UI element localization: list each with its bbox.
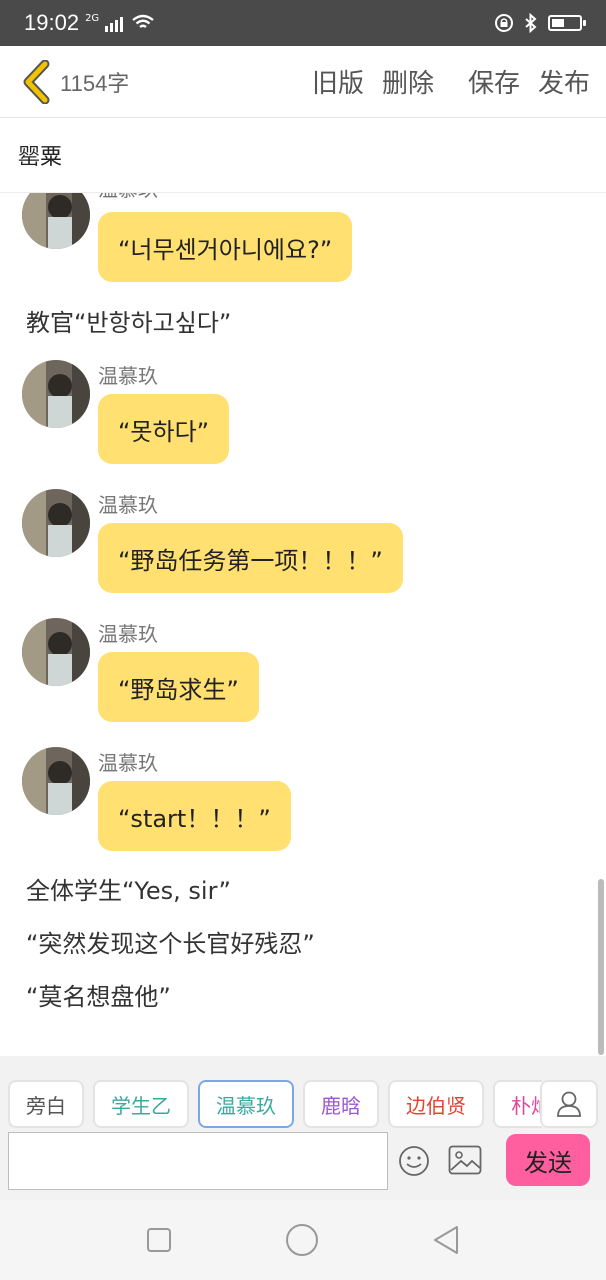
avatar bbox=[22, 193, 90, 249]
avatar bbox=[22, 489, 90, 557]
scrollbar[interactable] bbox=[598, 879, 604, 1055]
editor-toolbar: 1154字 旧版 删除 保存 发布 bbox=[0, 46, 606, 118]
delete-button[interactable]: 删除 bbox=[382, 63, 434, 100]
sender-name: 温慕玖 bbox=[98, 493, 158, 517]
avatar bbox=[22, 360, 90, 428]
toolbar-actions: 旧版 删除 保存 发布 bbox=[312, 63, 590, 100]
sender-name: 温慕玖 bbox=[98, 364, 158, 388]
character-chip-narrator[interactable]: 旁白 bbox=[8, 1080, 84, 1128]
chat-bubble: “start！！！” bbox=[98, 781, 291, 851]
sender-name: 温慕玖 bbox=[98, 751, 158, 775]
save-button[interactable]: 保存 bbox=[468, 63, 520, 100]
avatar bbox=[22, 618, 90, 686]
wifi-icon bbox=[132, 14, 154, 28]
avatar bbox=[22, 747, 90, 815]
story-title[interactable]: 罂粟 bbox=[0, 118, 606, 193]
home-icon[interactable] bbox=[285, 1223, 319, 1257]
story-content[interactable]: 温慕玖 “너무센거아니에요?” 教官“반항하고싶다” 温慕玖 “못하다” 温慕玖… bbox=[0, 193, 606, 1055]
story-title-text: 罂粟 bbox=[18, 145, 63, 170]
sender-name: 温慕玖 bbox=[98, 193, 158, 202]
composer-panel: 旁白 学生乙 温慕玖 鹿晗 边伯贤 朴灿烈 发送 bbox=[0, 1056, 606, 1200]
character-chip[interactable]: 边伯贤 bbox=[388, 1080, 484, 1128]
battery-icon bbox=[548, 15, 586, 31]
character-chip[interactable]: 鹿晗 bbox=[303, 1080, 379, 1128]
status-bar: 19:02 2G bbox=[0, 0, 606, 46]
system-nav-bar bbox=[0, 1200, 606, 1280]
narration-line[interactable]: “突然发现这个长官好残忍” bbox=[26, 924, 315, 959]
chat-bubble: “너무센거아니에요?” bbox=[98, 212, 353, 282]
person-icon bbox=[557, 1091, 581, 1117]
network-type: 2G bbox=[85, 13, 100, 24]
word-count: 1154字 bbox=[60, 70, 130, 96]
chat-bubble: “野岛任务第一项！！！” bbox=[98, 523, 403, 593]
character-chips: 旁白 学生乙 温慕玖 鹿晗 边伯贤 朴灿烈 bbox=[8, 1080, 542, 1128]
character-chip-selected[interactable]: 温慕玖 bbox=[198, 1080, 294, 1128]
send-button[interactable]: 发送 bbox=[506, 1134, 590, 1186]
character-chip[interactable]: 学生乙 bbox=[93, 1080, 189, 1128]
recents-icon[interactable] bbox=[146, 1227, 172, 1253]
emoji-icon[interactable] bbox=[398, 1145, 430, 1177]
narration-line[interactable]: 全体学生“Yes, sir” bbox=[26, 871, 231, 906]
old-version-button[interactable]: 旧版 bbox=[312, 63, 364, 100]
chat-bubble: “野岛求生” bbox=[98, 652, 259, 722]
signal-icon bbox=[105, 14, 124, 32]
back-button[interactable] bbox=[12, 52, 60, 112]
message-input[interactable] bbox=[8, 1132, 388, 1190]
clock: 19:02 bbox=[24, 10, 80, 35]
narration-line[interactable]: 教官“반항하고싶다” bbox=[26, 303, 231, 338]
narration-line[interactable]: “莫名想盘他” bbox=[26, 977, 171, 1012]
sender-name: 温慕玖 bbox=[98, 622, 158, 646]
bluetooth-icon bbox=[525, 13, 537, 33]
back-arrow-icon bbox=[23, 59, 50, 104]
character-chip[interactable]: 朴灿烈 bbox=[493, 1080, 542, 1128]
publish-button[interactable]: 发布 bbox=[538, 63, 590, 100]
manage-characters-button[interactable] bbox=[540, 1080, 598, 1128]
chat-bubble: “못하다” bbox=[98, 394, 230, 464]
back-nav-icon[interactable] bbox=[432, 1225, 460, 1255]
image-icon[interactable] bbox=[448, 1145, 482, 1175]
rotation-lock-icon bbox=[495, 14, 513, 32]
